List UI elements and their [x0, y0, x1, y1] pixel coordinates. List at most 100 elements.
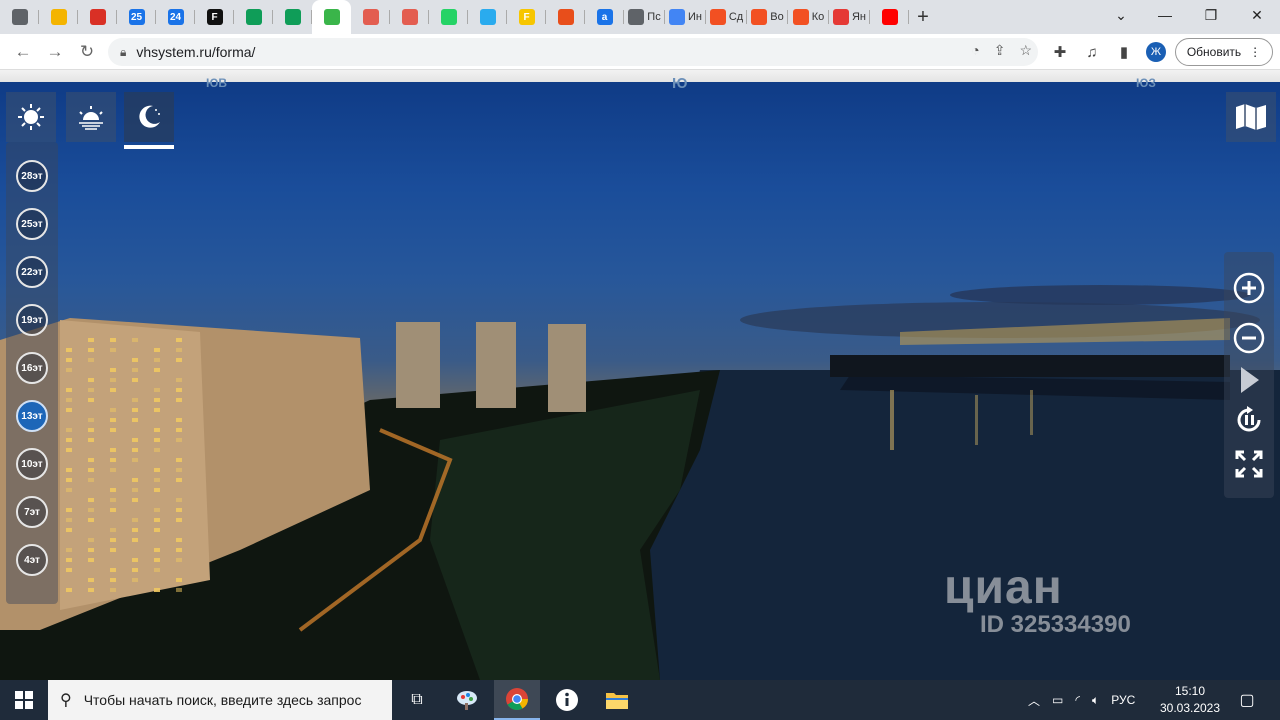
floor-button[interactable]: 7эт [16, 496, 48, 528]
maximize-button[interactable]: ❐ [1188, 0, 1234, 30]
browser-tab[interactable]: Сд [706, 0, 747, 34]
browser-tab[interactable]: a [585, 0, 624, 34]
browser-tab[interactable] [468, 0, 507, 34]
night-mode-button[interactable] [124, 92, 174, 149]
floor-button[interactable]: 13эт [16, 400, 48, 432]
browser-tab[interactable] [351, 0, 390, 34]
lit-window [176, 378, 182, 382]
clock-time: 15:10 [1174, 684, 1206, 698]
bookmark-star-icon[interactable]: ☆ [1019, 42, 1032, 59]
taskbar-app-paint[interactable] [444, 680, 490, 720]
lit-window [154, 428, 160, 432]
lit-window [66, 348, 72, 352]
lit-window [176, 498, 182, 502]
lit-window [110, 568, 116, 572]
start-button[interactable] [0, 680, 48, 720]
browser-tab[interactable]: Ко [788, 0, 829, 34]
zoom-out-button[interactable] [1233, 322, 1265, 354]
lit-window [176, 388, 182, 392]
address-bar[interactable]: 🔒︎ vhsystem.ru/forma/ ◔ ⇪ ☆ [108, 38, 1038, 66]
panorama-viewer[interactable]: ЮВ Ю ЮЗ 28эт25эт22эт19эт16эт13эт10 [0, 70, 1280, 680]
compass-label-se: ЮВ [206, 76, 228, 90]
lit-window [132, 568, 138, 572]
volume-icon[interactable]: 🔈︎ [1092, 693, 1099, 708]
lit-window [110, 498, 116, 502]
browser-tab[interactable]: F [195, 0, 234, 34]
floor-button[interactable]: 19эт [16, 304, 48, 336]
search-placeholder: Чтобы начать поиск, введите здесь запрос [83, 692, 362, 708]
lit-window [154, 588, 160, 592]
browser-tab[interactable]: 25 [117, 0, 156, 34]
telegram-icon [479, 9, 496, 25]
tab-list: 25 24 F Fa Пс Ин Сд Во Ко Ян [0, 0, 909, 34]
browser-tab[interactable] [390, 0, 429, 34]
watermark-listing-id: ID 325334390 [980, 611, 1131, 638]
back-button[interactable]: ← [8, 37, 38, 67]
play-button[interactable] [1233, 364, 1265, 396]
floor-button[interactable]: 28эт [16, 160, 48, 192]
lit-window [66, 558, 72, 562]
floor-button[interactable]: 4эт [16, 544, 48, 576]
lit-window [88, 428, 94, 432]
taskbar-app-chrome[interactable] [494, 680, 540, 720]
browser-tab[interactable]: Ин [665, 0, 706, 34]
floor-button[interactable]: 25эт [16, 208, 48, 240]
browser-tab[interactable] [0, 0, 39, 34]
lit-window [66, 388, 72, 392]
browser-tab[interactable] [234, 0, 273, 34]
battery-icon[interactable]: ▭ [1052, 693, 1063, 707]
browser-tab[interactable] [78, 0, 117, 34]
browser-tab[interactable]: Во [747, 0, 788, 34]
side-panel-icon[interactable]: ▮ [1112, 40, 1136, 64]
lit-window [110, 428, 116, 432]
rotate-button[interactable] [1233, 404, 1265, 436]
update-button[interactable]: Обновить ⋮ [1175, 38, 1273, 66]
browser-tab[interactable] [39, 0, 78, 34]
tab-title: Пс [647, 11, 661, 23]
browser-tab[interactable] [870, 0, 909, 34]
fullscreen-button[interactable] [1233, 448, 1265, 480]
media-controls-icon[interactable]: ♫ [1080, 40, 1104, 64]
share-icon[interactable]: ⇪ [994, 42, 1006, 59]
whatsapp-icon [440, 9, 457, 25]
tray-chevron-icon[interactable]: ︿ [1028, 692, 1040, 709]
snowflake-icon [401, 9, 418, 25]
language-indicator[interactable]: РУС [1111, 693, 1135, 707]
floor-button[interactable]: 16эт [16, 352, 48, 384]
url-text: vhsystem.ru/forma/ [136, 44, 256, 60]
lit-window [176, 428, 182, 432]
minimize-button[interactable]: — [1142, 0, 1188, 30]
taskbar-clock[interactable]: 15:10 30.03.2023 [1154, 683, 1226, 717]
browser-tab[interactable]: F [507, 0, 546, 34]
close-window-button[interactable]: ✕ [1234, 0, 1280, 30]
window-menu-chevron[interactable]: ⌄ [1098, 0, 1144, 30]
profile-avatar[interactable]: Ж [1146, 42, 1166, 62]
performance-icon[interactable]: ◔ [971, 42, 979, 59]
taskbar-search[interactable]: ⚲ Чтобы начать поиск, введите здесь запр… [48, 680, 392, 720]
browser-tab[interactable]: Пс [624, 0, 665, 34]
lock-icon[interactable]: 🔒︎ [120, 45, 126, 60]
browser-tab[interactable] [429, 0, 468, 34]
new-tab-button[interactable]: + [909, 6, 937, 29]
browser-tab[interactable]: Ян [829, 0, 870, 34]
forward-button[interactable]: → [40, 37, 70, 67]
browser-tab[interactable] [273, 0, 312, 34]
lit-window [88, 468, 94, 472]
reload-button[interactable]: ↻ [72, 37, 102, 67]
task-view-button[interactable]: ⧉ [394, 680, 440, 720]
browser-tab[interactable] [546, 0, 585, 34]
floor-button[interactable]: 10эт [16, 448, 48, 480]
floor-button[interactable]: 22эт [16, 256, 48, 288]
day-mode-button[interactable] [6, 92, 56, 142]
taskbar-app-explorer[interactable] [594, 680, 640, 720]
tab-title: Сд [728, 11, 744, 23]
sunset-mode-button[interactable] [66, 92, 116, 142]
taskbar-app-info[interactable] [544, 680, 590, 720]
wifi-icon[interactable]: ◜ [1075, 693, 1080, 707]
extensions-icon[interactable]: ✚ [1048, 40, 1072, 64]
map-button[interactable] [1226, 92, 1276, 142]
browser-tab[interactable] [312, 0, 351, 34]
notifications-button[interactable]: ▢ [1224, 680, 1270, 720]
zoom-in-button[interactable] [1233, 272, 1265, 304]
browser-tab[interactable]: 24 [156, 0, 195, 34]
